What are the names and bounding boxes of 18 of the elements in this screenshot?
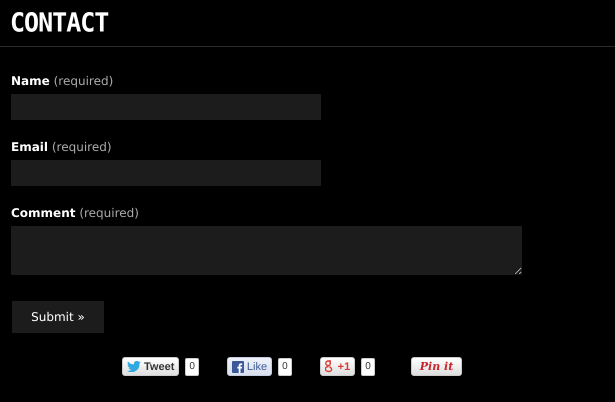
field-label: Name (required) xyxy=(11,74,114,88)
tweet-button[interactable]: Tweet xyxy=(122,357,180,376)
plus-one-button[interactable]: +1 xyxy=(320,357,356,376)
like-button[interactable]: Like xyxy=(226,357,272,376)
page-title: CONTACT xyxy=(10,7,108,38)
facebook-icon xyxy=(232,360,244,372)
submit-button[interactable]: Submit » xyxy=(12,301,104,333)
bird-icon xyxy=(127,361,141,372)
comment-field[interactable] xyxy=(11,226,522,275)
google-icon xyxy=(324,360,335,373)
share-count: 0 xyxy=(361,358,375,376)
share-count: 0 xyxy=(278,358,292,376)
field-label: Comment (required) xyxy=(11,206,140,220)
field-label: Email (required) xyxy=(11,140,113,154)
text-field[interactable] xyxy=(11,160,321,186)
text-field[interactable] xyxy=(11,94,321,120)
share-count: 0 xyxy=(185,358,199,376)
pin-button[interactable]: Pin it xyxy=(410,357,462,376)
